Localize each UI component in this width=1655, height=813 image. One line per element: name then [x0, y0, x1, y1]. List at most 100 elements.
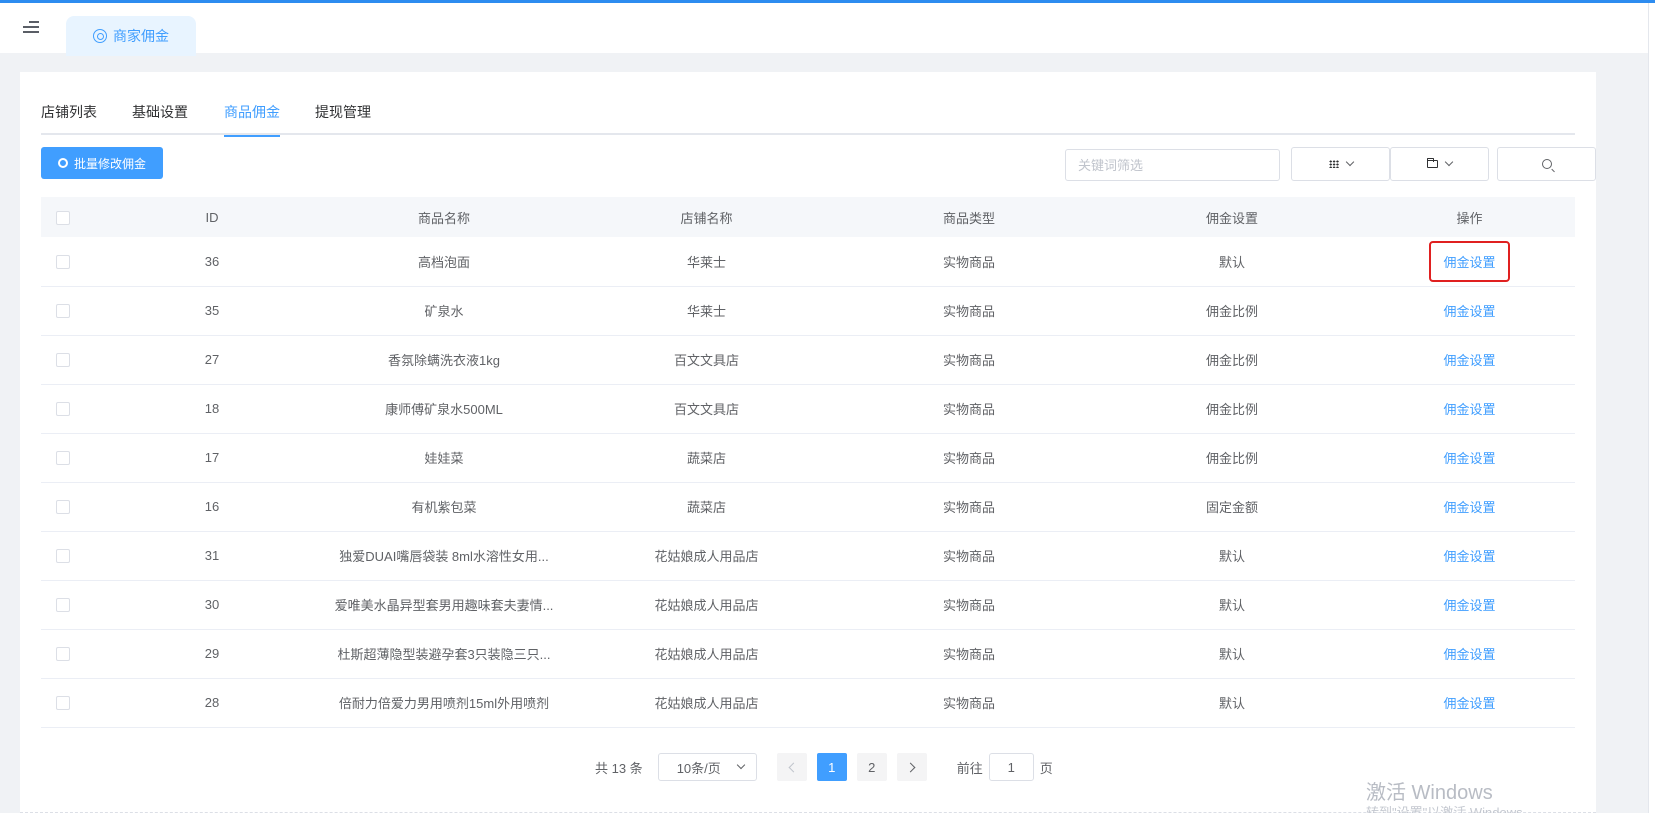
- row-select-checkbox[interactable]: [56, 696, 70, 711]
- row-checkbox: [41, 384, 111, 433]
- export-dropdown-button[interactable]: [1390, 147, 1489, 181]
- table-row: 16 有机紫包菜 蔬菜店 实物商品 固定金额 佣金设置: [41, 482, 1575, 531]
- tab-product-commission[interactable]: 商品佣金: [224, 102, 280, 137]
- select-all-checkbox[interactable]: [56, 210, 70, 225]
- cell-action: 佣金设置: [1364, 678, 1575, 727]
- cell-id: 16: [204, 499, 220, 514]
- cell-shop-name: 百文文具店: [673, 353, 739, 368]
- row-select-checkbox[interactable]: [56, 451, 70, 466]
- cell-shop-name: 华莱士: [686, 304, 726, 319]
- table-row: 31 独爱DUAI嘴唇袋装 8ml水溶性女用... 花姑娘成人用品店 实物商品 默认 佣金…: [41, 531, 1575, 580]
- total-count: 共 13 条: [595, 760, 643, 776]
- column-header-product-type: 商品类型: [942, 210, 995, 226]
- cell-commission: 默认: [1218, 598, 1245, 613]
- commission-icon: [93, 29, 107, 43]
- commission-settings-link[interactable]: 佣金设置: [1443, 693, 1495, 712]
- row-checkbox: [41, 629, 111, 678]
- row-select-checkbox[interactable]: [56, 500, 70, 515]
- commission-settings-link[interactable]: 佣金设置: [1443, 350, 1495, 369]
- grid-icon: [1328, 160, 1339, 168]
- row-select-checkbox[interactable]: [56, 598, 70, 613]
- tab-shop-list[interactable]: 店铺列表: [41, 102, 97, 135]
- cell-id: 29: [204, 646, 220, 661]
- search-button[interactable]: [1497, 147, 1596, 181]
- column-header-id: ID: [205, 209, 219, 225]
- cell-shop-name: 花姑娘成人用品店: [654, 598, 759, 613]
- commission-settings-link[interactable]: 佣金设置: [1443, 546, 1495, 565]
- cell-shop-name: 花姑娘成人用品店: [654, 647, 759, 662]
- tab-withdraw-management[interactable]: 提现管理: [315, 102, 371, 135]
- cell-action: 佣金设置: [1364, 629, 1575, 678]
- commission-settings-link[interactable]: 佣金设置: [1443, 448, 1495, 467]
- cell-id: 36: [204, 253, 220, 269]
- table-row: 17 娃娃菜 蔬菜店 实物商品 佣金比例 佣金设置: [41, 433, 1575, 482]
- prev-page-button[interactable]: [776, 753, 807, 781]
- window-scrollbar[interactable]: [1648, 3, 1655, 813]
- cell-product-type: 实物商品: [942, 353, 995, 368]
- page-suffix: 页: [1039, 760, 1053, 776]
- commission-settings-link[interactable]: 佣金设置: [1443, 301, 1495, 320]
- column-header-shop-name: 店铺名称: [680, 210, 733, 226]
- commission-settings-link[interactable]: 佣金设置: [1443, 399, 1495, 418]
- cell-id: 28: [204, 695, 220, 710]
- cell-product-type: 实物商品: [942, 304, 995, 319]
- row-select-checkbox[interactable]: [56, 353, 70, 368]
- cell-commission: 默认: [1218, 696, 1245, 711]
- cell-shop-name: 花姑娘成人用品店: [654, 549, 759, 564]
- cell-product-name: 矿泉水: [424, 304, 464, 319]
- row-select-checkbox[interactable]: [56, 304, 70, 319]
- cell-product-name: 有机紫包菜: [411, 500, 477, 515]
- row-checkbox: [41, 482, 111, 531]
- row-select-checkbox[interactable]: [56, 255, 70, 270]
- table-row: 36 高档泡面 华莱士 实物商品 默认 佣金设置: [41, 237, 1575, 286]
- cell-shop-name: 蔬菜店: [686, 451, 726, 466]
- top-bar: 商家佣金: [0, 3, 1648, 56]
- cell-product-name: 杜斯超薄隐型装避孕套3只装隐三只...: [337, 647, 551, 662]
- batch-edit-commission-label: 批量修改佣金: [73, 156, 146, 171]
- cell-action: 佣金设置: [1364, 433, 1575, 482]
- batch-edit-commission-button[interactable]: 批量修改佣金: [41, 147, 163, 179]
- cell-action: 佣金设置: [1364, 384, 1575, 433]
- cell-action: 佣金设置: [1364, 237, 1575, 286]
- cell-action: 佣金设置: [1364, 335, 1575, 384]
- cell-id: 30: [204, 597, 220, 612]
- chevron-left-icon: [788, 762, 799, 772]
- row-select-checkbox[interactable]: [56, 402, 70, 417]
- tab-merchant-commission[interactable]: 商家佣金: [66, 16, 196, 56]
- row-select-checkbox[interactable]: [56, 549, 70, 564]
- row-select-checkbox[interactable]: [56, 647, 70, 662]
- page-size-select[interactable]: 10条/页: [657, 753, 757, 781]
- cell-commission: 默认: [1218, 549, 1245, 564]
- cell-action: 佣金设置: [1364, 286, 1575, 335]
- commission-settings-link[interactable]: 佣金设置: [1443, 595, 1495, 614]
- page-number-2[interactable]: 2: [856, 753, 887, 781]
- row-checkbox: [41, 286, 111, 335]
- column-header-product-name: 商品名称: [417, 210, 470, 226]
- columns-toggle-button[interactable]: [1291, 147, 1390, 181]
- chevron-down-icon: [1444, 157, 1454, 167]
- cell-product-type: 实物商品: [942, 549, 995, 564]
- keyword-filter-input[interactable]: [1065, 149, 1280, 181]
- commission-settings-link[interactable]: 佣金设置: [1443, 644, 1495, 663]
- table-row: 35 矿泉水 华莱士 实物商品 佣金比例 佣金设置: [41, 286, 1575, 335]
- cell-product-name: 倍耐力倍爱力男用喷剂15ml外用喷剂: [338, 696, 550, 711]
- page-number-1[interactable]: 1: [816, 753, 847, 781]
- row-checkbox: [41, 237, 111, 286]
- commission-settings-link[interactable]: 佣金设置: [1429, 240, 1510, 282]
- cell-action: 佣金设置: [1364, 580, 1575, 629]
- table-row: 28 倍耐力倍爱力男用喷剂15ml外用喷剂 花姑娘成人用品店 实物商品 默认 佣金设置: [41, 678, 1575, 727]
- table-header-row: ID 商品名称 店铺名称 商品类型 佣金设置 操作: [41, 197, 1575, 237]
- table-row: 30 爱唯美水晶异型套男用趣味套夫妻情... 花姑娘成人用品店 实物商品 默认 佣金设置: [41, 580, 1575, 629]
- page-size-value: 10条/页: [676, 760, 721, 776]
- commission-settings-link[interactable]: 佣金设置: [1443, 497, 1495, 516]
- cell-commission: 默认: [1218, 647, 1245, 662]
- menu-toggle-icon[interactable]: [23, 21, 39, 35]
- chevron-down-icon: [736, 760, 745, 770]
- tab-basic-settings[interactable]: 基础设置: [132, 102, 188, 135]
- next-page-button[interactable]: [896, 753, 927, 781]
- goto-page-input[interactable]: [988, 753, 1034, 781]
- table-row: 27 香氛除螨洗衣液1kg 百文文具店 实物商品 佣金比例 佣金设置: [41, 335, 1575, 384]
- cell-shop-name: 百文文具店: [673, 402, 739, 417]
- cell-product-name: 高档泡面: [417, 254, 470, 270]
- folder-icon: [1427, 158, 1438, 168]
